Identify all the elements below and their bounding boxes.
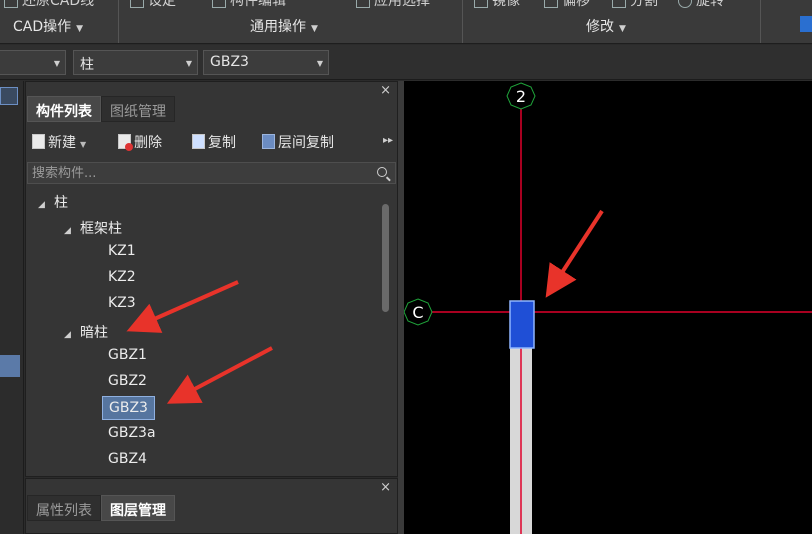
- chevron-down-icon: ▼: [311, 24, 318, 34]
- axis-label-c: C: [412, 303, 423, 322]
- rotate-icon: [678, 0, 692, 8]
- component-edit-button[interactable]: 构件编辑: [212, 0, 286, 10]
- chevron-down-icon: ▼: [185, 59, 192, 68]
- restore-cad-line-button[interactable]: 还原CAD线: [4, 0, 94, 10]
- settings-button[interactable]: 设定: [130, 0, 176, 10]
- layer-select[interactable]: ▼: [0, 50, 66, 75]
- ribbon-group-common-operations[interactable]: 通用操作 ▼: [250, 16, 318, 36]
- strip-active-item[interactable]: [0, 355, 20, 377]
- floor-select[interactable]: 柱 ▼: [73, 50, 198, 75]
- ribbon-separator: [462, 0, 463, 43]
- axis-label-2: 2: [516, 87, 526, 106]
- selected-column-gbz3[interactable]: [509, 300, 535, 349]
- ribbon-group-modify[interactable]: 修改 ▼: [586, 16, 626, 36]
- drawing-canvas[interactable]: 2 C: [404, 81, 812, 534]
- ribbon-separator: [118, 0, 119, 43]
- ribbon-group-cad-operations[interactable]: CAD操作 ▼: [13, 16, 83, 36]
- drawing-svg: 2 C: [404, 82, 812, 534]
- left-tool-strip: [0, 81, 24, 534]
- chevron-down-icon: ▼: [316, 59, 323, 68]
- close-icon[interactable]: ×: [380, 480, 391, 495]
- selector-toolbar: ▼ 柱 ▼ GBZ3 ▼: [0, 45, 812, 80]
- mirror-icon: [474, 0, 488, 8]
- component-select[interactable]: GBZ3 ▼: [203, 50, 329, 75]
- mirror-button[interactable]: 镜像: [474, 0, 520, 10]
- cad-line-icon: [4, 0, 18, 8]
- chevron-down-icon: ▼: [53, 59, 60, 68]
- edit-icon: [212, 0, 226, 8]
- tab-property-list[interactable]: 属性列表: [27, 495, 101, 521]
- component-list-panel: × 构件列表 图纸管理 新建▼ 删除 复制 层间复制 ▸▸ ◢柱 ◢框架柱 KZ…: [25, 81, 398, 477]
- apply-select-button[interactable]: 应用选择: [356, 0, 430, 10]
- rotate-button[interactable]: 旋转: [678, 0, 724, 10]
- layout-icon[interactable]: [0, 87, 18, 105]
- arrow-to-gbz3: [166, 346, 273, 404]
- split-button[interactable]: 分割: [612, 0, 658, 10]
- chevron-down-icon: ▼: [619, 24, 626, 34]
- arrow-to-column: [545, 209, 604, 298]
- panel2-tabs: 属性列表 图层管理: [27, 495, 175, 521]
- ribbon: 还原CAD线 设定 构件编辑 应用选择 镜像 偏移 分割 旋转 CAD操作 ▼ 通…: [0, 0, 812, 44]
- ribbon-separator: [760, 0, 761, 43]
- panel-annotation-layer: [126, 280, 273, 404]
- ribbon-overflow-icon[interactable]: [800, 16, 812, 32]
- select-icon: [356, 0, 370, 8]
- settings-icon: [130, 0, 144, 8]
- chevron-down-icon: ▼: [76, 24, 84, 34]
- offset-icon: [544, 0, 558, 8]
- property-panel: × 属性列表 图层管理: [25, 478, 398, 534]
- offset-button[interactable]: 偏移: [544, 0, 590, 10]
- split-icon: [612, 0, 626, 8]
- arrow-to-hidden-column: [126, 280, 239, 333]
- tab-layer-management[interactable]: 图层管理: [101, 495, 175, 521]
